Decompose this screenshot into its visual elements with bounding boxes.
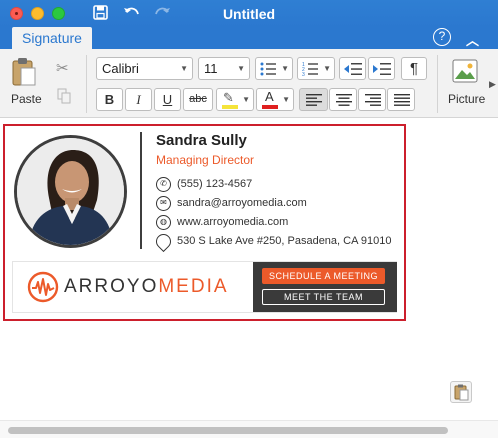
font-color-icon: A [265, 89, 274, 104]
increase-indent-button[interactable] [368, 57, 395, 80]
font-name-value: Calibri [102, 61, 139, 76]
window-title: Untitled [222, 6, 276, 22]
ribbon: Paste ✂ Calibri ▼ 11 ▼ ▼ 1 2 3 ▼ ¶ B I U… [0, 49, 498, 118]
align-left-button[interactable] [299, 88, 328, 111]
company-logo-text: ARROYOMEDIA [64, 276, 229, 298]
bullets-icon [260, 62, 276, 76]
signature-name: Sandra Sully [156, 132, 247, 149]
justify-icon [394, 94, 410, 106]
logo-word-arroyo: ARROYO [64, 276, 159, 297]
show-formatting-button[interactable]: ¶ [401, 57, 427, 80]
align-right-button[interactable] [358, 88, 386, 111]
signature-title: Managing Director [156, 153, 255, 167]
ribbon-more-chevron-icon[interactable]: ▶ [489, 79, 496, 90]
font-color-button[interactable]: A ▼ [256, 88, 294, 111]
email-icon: ✉ [156, 196, 171, 211]
scrollbar-thumb[interactable] [8, 427, 448, 434]
chevron-down-icon: ▼ [180, 64, 188, 73]
ribbon-separator [437, 55, 438, 113]
strikethrough-button[interactable]: abc [183, 88, 213, 111]
arroyo-media-logo-icon [27, 271, 59, 303]
svg-text:3: 3 [302, 72, 305, 76]
font-name-select[interactable]: Calibri ▼ [96, 57, 193, 80]
numbering-button[interactable]: 1 2 3 ▼ [297, 57, 335, 80]
picture-icon[interactable] [452, 59, 478, 83]
meet-the-team-button[interactable]: MEET THE TEAM [262, 289, 385, 305]
bold-label: B [104, 92, 115, 107]
chevron-down-icon: ▼ [282, 95, 290, 104]
italic-button[interactable]: I [125, 88, 152, 111]
align-center-icon [336, 94, 352, 106]
paragraph-mark-icon: ¶ [409, 60, 419, 77]
font-color-swatch [262, 105, 278, 109]
italic-label: I [136, 92, 141, 107]
increase-indent-icon [373, 63, 391, 75]
profile-photo [14, 135, 127, 248]
phone-icon: ✆ [156, 177, 171, 192]
paste-icon[interactable] [11, 57, 37, 87]
justify-button[interactable] [387, 88, 415, 111]
signature-block[interactable]: Sandra Sully Managing Director ✆ (555) 1… [3, 124, 406, 321]
align-left-icon [306, 94, 322, 106]
email-text[interactable]: sandra@arroyomedia.com [177, 197, 307, 209]
location-icon [152, 230, 175, 253]
decrease-indent-icon [344, 63, 362, 75]
divider-line [140, 132, 142, 249]
underline-button[interactable]: U [154, 88, 181, 111]
bullets-button[interactable]: ▼ [255, 57, 293, 80]
paste-options-icon[interactable] [450, 381, 472, 403]
numbering-icon: 1 2 3 [302, 62, 318, 76]
collapse-ribbon-icon[interactable]: ︿ [466, 30, 479, 49]
ribbon-tab-bar: Signature ? ︿ [0, 27, 498, 49]
website-text[interactable]: www.arroyomedia.com [177, 216, 288, 228]
cta-panel: SCHEDULE A MEETING MEET THE TEAM [253, 262, 397, 312]
title-bar: Untitled [0, 0, 498, 27]
strikethrough-label: abc [189, 93, 207, 105]
font-size-value: 11 [204, 61, 218, 76]
phone-text[interactable]: (555) 123-4567 [177, 178, 252, 190]
chevron-down-icon: ▼ [242, 95, 250, 104]
decrease-indent-button[interactable] [339, 57, 366, 80]
underline-label: U [162, 92, 173, 107]
align-center-button[interactable] [329, 88, 357, 111]
schedule-meeting-button[interactable]: SCHEDULE A MEETING [262, 268, 385, 284]
highlight-button[interactable]: ✎ ▼ [216, 88, 254, 111]
picture-button-label[interactable]: Picture [448, 92, 485, 106]
cut-icon[interactable]: ✂ [56, 59, 69, 77]
ribbon-separator [86, 55, 87, 113]
chevron-down-icon: ▼ [281, 64, 289, 73]
logo-word-media: MEDIA [158, 276, 229, 297]
globe-icon: ◍ [156, 215, 171, 230]
highlight-color-swatch [222, 105, 238, 109]
paste-button-label[interactable]: Paste [11, 92, 42, 106]
chevron-down-icon: ▼ [323, 64, 331, 73]
horizontal-scrollbar[interactable] [0, 420, 498, 438]
tab-signature[interactable]: Signature [12, 27, 92, 49]
help-icon[interactable]: ? [433, 28, 451, 46]
address-text: 530 S Lake Ave #250, Pasadena, CA 91010 [177, 235, 392, 247]
bold-button[interactable]: B [96, 88, 123, 111]
copy-icon[interactable] [57, 88, 71, 104]
signature-banner: ARROYOMEDIA SCHEDULE A MEETING MEET THE … [12, 261, 397, 313]
chevron-down-icon: ▼ [237, 64, 245, 73]
font-size-select[interactable]: 11 ▼ [198, 57, 250, 80]
align-right-icon [365, 94, 381, 106]
